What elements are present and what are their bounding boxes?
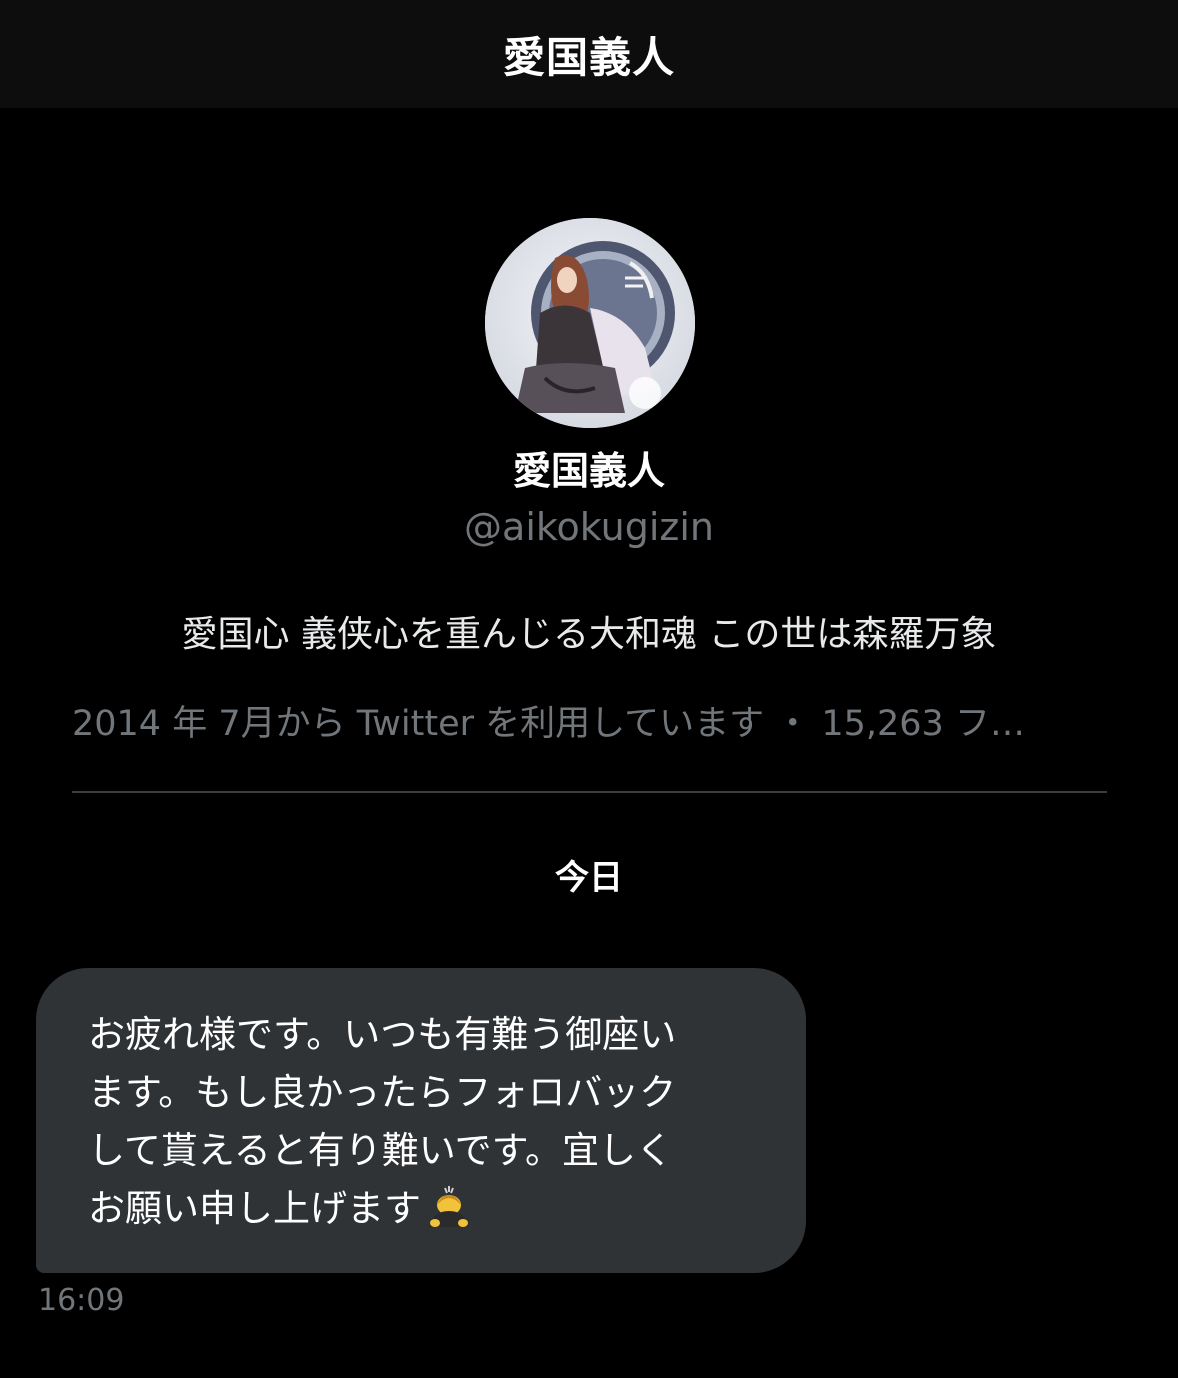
avatar[interactable]	[485, 218, 695, 428]
message-timestamp: 16:09	[38, 1283, 125, 1318]
profile-handle[interactable]: @aikokugizin	[0, 505, 1178, 549]
date-separator: 今日	[555, 858, 623, 898]
message-line: お願い申し上げます	[88, 1187, 421, 1230]
message-text: お疲れ様です。いつも有難う御座い ます。もし良かったらフォロバック して貰えると…	[88, 1006, 766, 1246]
avatar-image	[485, 218, 695, 428]
conversation-header: 愛国義人	[0, 0, 1178, 108]
header-title: 愛国義人	[502, 32, 675, 82]
message-line: ます。もし良かったらフォロバック	[88, 1071, 677, 1114]
message-line: お疲れ様です。いつも有難う御座い	[88, 1013, 677, 1056]
profile-meta: 2014 年 7月から Twitter を利用しています ・ 15,263 フ…	[72, 704, 1025, 744]
message-line-last: お願い申し上げます	[88, 1180, 766, 1246]
message-line: して貰えると有り難いです。宜しく	[88, 1129, 673, 1172]
bowing-person-icon	[425, 1185, 473, 1246]
profile-bio: 愛国心 義侠心を重んじる大和魂 この世は森羅万象	[181, 614, 997, 655]
profile-name[interactable]: 愛国義人	[0, 440, 1178, 495]
message-bubble[interactable]: お疲れ様です。いつも有難う御座い ます。もし良かったらフォロバック して貰えると…	[36, 968, 806, 1273]
divider	[72, 791, 1107, 793]
